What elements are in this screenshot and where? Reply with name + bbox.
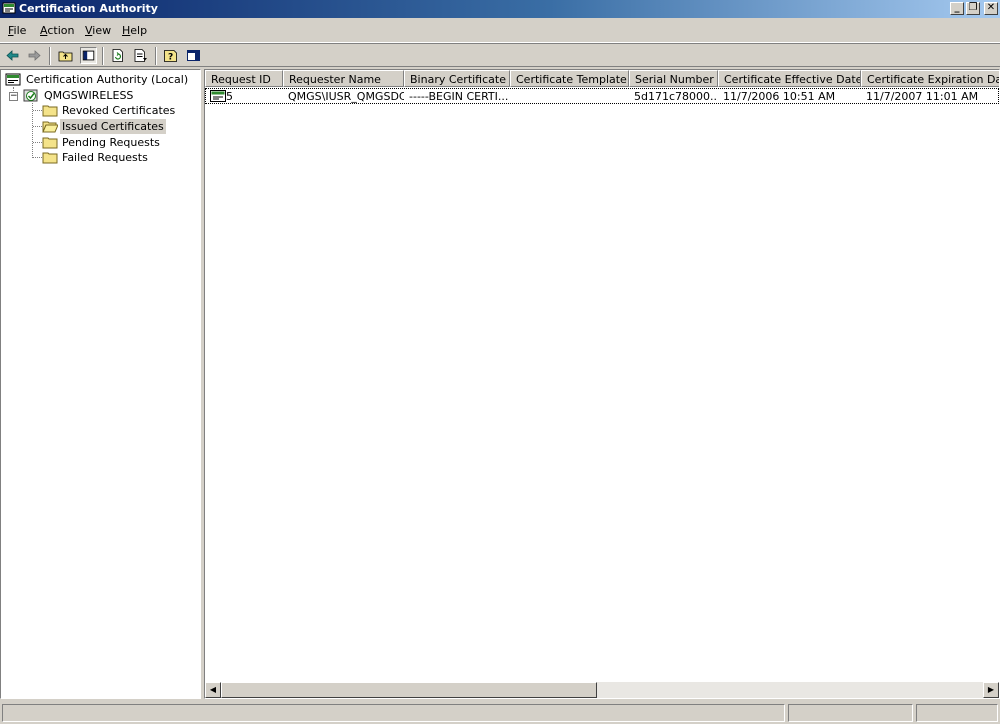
menu-help[interactable]: Help bbox=[122, 24, 147, 37]
tree-root-label: Certification Authority (Local) bbox=[26, 73, 189, 86]
cell-requester-name: QMGS\IUSR_QMGSDC1 bbox=[288, 90, 404, 103]
column-header-effective-date[interactable]: Certificate Effective Date bbox=[718, 70, 861, 87]
restore-button[interactable]: ❐ bbox=[966, 2, 980, 15]
toolbar-separator bbox=[49, 47, 51, 65]
scroll-left-button[interactable]: ◀ bbox=[205, 682, 221, 698]
console-pane-icon[interactable] bbox=[185, 47, 202, 64]
menu-file[interactable]: File bbox=[8, 24, 26, 37]
cell-serial-number: 5d171c78000... bbox=[634, 90, 718, 103]
column-header-request-id[interactable]: Request ID bbox=[205, 70, 283, 87]
tree-ca-label: QMGSWIRELESS bbox=[44, 89, 134, 102]
tree-connector bbox=[33, 110, 42, 111]
toolbar-separator bbox=[155, 47, 157, 65]
refresh-icon[interactable] bbox=[109, 47, 126, 64]
status-panel-tertiary bbox=[916, 704, 998, 722]
folder-icon bbox=[42, 105, 58, 117]
cell-certificate-template bbox=[510, 90, 629, 104]
help-icon[interactable]: ? bbox=[162, 47, 179, 64]
column-header-binary-certificate[interactable]: Binary Certificate bbox=[404, 70, 510, 87]
collapse-expander[interactable]: − bbox=[9, 92, 18, 101]
cell-binary-certificate: -----BEGIN CERTI... bbox=[409, 90, 509, 103]
menu-action[interactable]: Action bbox=[40, 24, 74, 37]
status-panel-main bbox=[2, 704, 785, 722]
cell-expiration-date: 11/7/2007 11:01 AM bbox=[866, 90, 979, 103]
certificate-authority-icon bbox=[2, 2, 16, 14]
show-hide-tree-icon[interactable] bbox=[80, 47, 97, 64]
toolbar: ? bbox=[0, 43, 1000, 67]
column-header-expiration-date[interactable]: Certificate Expiration Date bbox=[861, 70, 999, 87]
column-header-serial-number[interactable]: Serial Number bbox=[629, 70, 718, 87]
back-arrow-icon[interactable] bbox=[4, 47, 21, 64]
cell-effective-date: 11/7/2006 10:51 AM bbox=[723, 90, 836, 103]
tree-item-label: Failed Requests bbox=[62, 151, 148, 164]
horizontal-scrollbar[interactable]: ◀ ▶ bbox=[205, 682, 999, 698]
tree-connector bbox=[33, 126, 42, 127]
title-bar[interactable]: Certification Authority _ ❐ ✕ bbox=[0, 0, 1000, 18]
toolbar-separator bbox=[102, 47, 104, 65]
tree-connector bbox=[33, 142, 42, 143]
tree-connector bbox=[32, 103, 33, 158]
column-header-requester-name[interactable]: Requester Name bbox=[283, 70, 404, 87]
scroll-right-button[interactable]: ▶ bbox=[983, 682, 999, 698]
open-folder-icon bbox=[42, 121, 58, 133]
tree-connector bbox=[33, 157, 42, 158]
close-button[interactable]: ✕ bbox=[984, 2, 998, 15]
console-tree[interactable]: Certification Authority (Local) − QMGSWI… bbox=[0, 69, 201, 699]
up-folder-icon[interactable] bbox=[57, 47, 74, 64]
folder-icon bbox=[42, 152, 58, 164]
folder-icon bbox=[42, 137, 58, 149]
status-bar bbox=[0, 702, 1000, 724]
minimize-button[interactable]: _ bbox=[950, 2, 964, 15]
menu-view[interactable]: View bbox=[85, 24, 111, 37]
forward-arrow-icon[interactable] bbox=[26, 47, 43, 64]
scroll-thumb[interactable] bbox=[221, 682, 597, 698]
column-header-row: Request ID Requester Name Binary Certifi… bbox=[205, 70, 999, 87]
export-list-icon[interactable] bbox=[132, 47, 149, 64]
window-title: Certification Authority bbox=[19, 2, 158, 15]
cell-request-id: 5 bbox=[226, 90, 233, 103]
certificate-authority-icon bbox=[5, 73, 21, 86]
tree-item-label: Revoked Certificates bbox=[62, 104, 176, 117]
ca-server-check-icon bbox=[23, 89, 38, 102]
table-row[interactable]: 5 QMGS\IUSR_QMGSDC1 -----BEGIN CERTI... … bbox=[205, 88, 999, 104]
results-list[interactable]: Request ID Requester Name Binary Certifi… bbox=[204, 69, 1000, 699]
tree-item-label: Issued Certificates bbox=[60, 119, 166, 134]
menu-bar: File Action View Help bbox=[0, 19, 1000, 43]
svg-text:?: ? bbox=[168, 53, 173, 63]
column-header-certificate-template[interactable]: Certificate Template bbox=[510, 70, 629, 87]
status-panel-secondary bbox=[788, 704, 913, 722]
tree-item-label: Pending Requests bbox=[62, 136, 160, 149]
